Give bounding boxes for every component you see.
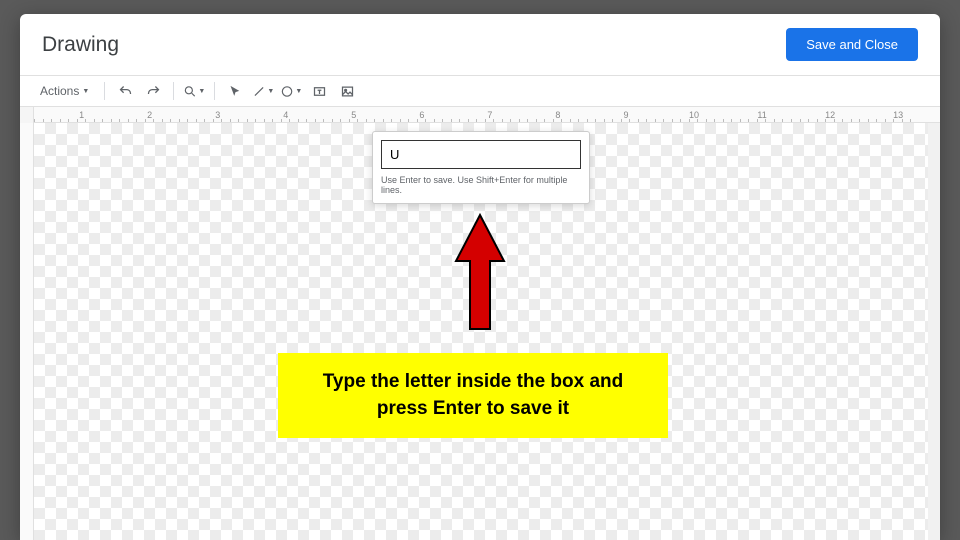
- ruler-tick: 3: [215, 110, 220, 120]
- drawing-dialog: Drawing Save and Close Actions ▼ ▼ ▼: [20, 14, 940, 540]
- chevron-down-icon: ▼: [267, 88, 274, 95]
- dialog-title: Drawing: [42, 33, 119, 57]
- chevron-down-icon: ▼: [295, 88, 302, 95]
- divider: [104, 82, 105, 100]
- vertical-ruler: [20, 123, 34, 540]
- ruler-tick: 4: [283, 110, 288, 120]
- image-tool-icon[interactable]: [336, 80, 358, 102]
- text-input[interactable]: [381, 140, 581, 169]
- toolbar: Actions ▼ ▼ ▼ ▼: [20, 76, 940, 107]
- shape-tool-icon[interactable]: ▼: [280, 80, 302, 102]
- chevron-down-icon: ▼: [198, 88, 205, 95]
- horizontal-ruler: 12345678910111213: [20, 107, 940, 123]
- ruler-tick: 2: [147, 110, 152, 120]
- ruler-tick: 7: [487, 110, 492, 120]
- vertical-scrollbar[interactable]: [928, 123, 940, 540]
- ruler-tick: 6: [419, 110, 424, 120]
- ruler-corner: [20, 107, 34, 123]
- undo-icon[interactable]: [114, 80, 136, 102]
- canvas-area: Use Enter to save. Use Shift+Enter for m…: [20, 123, 940, 540]
- ruler-tick: 8: [555, 110, 560, 120]
- ruler-tick: 1: [79, 110, 84, 120]
- instruction-callout: Type the letter inside the box and press…: [278, 353, 668, 438]
- save-and-close-button[interactable]: Save and Close: [786, 28, 918, 61]
- select-tool-icon[interactable]: [224, 80, 246, 102]
- redo-icon[interactable]: [142, 80, 164, 102]
- drawing-canvas[interactable]: Use Enter to save. Use Shift+Enter for m…: [34, 123, 940, 540]
- text-edit-popup: Use Enter to save. Use Shift+Enter for m…: [372, 131, 590, 204]
- dialog-header: Drawing Save and Close: [20, 14, 940, 76]
- divider: [214, 82, 215, 100]
- arrow-annotation: [452, 213, 508, 333]
- actions-menu-button[interactable]: Actions ▼: [34, 80, 95, 102]
- line-tool-icon[interactable]: ▼: [252, 80, 274, 102]
- text-edit-hint: Use Enter to save. Use Shift+Enter for m…: [381, 175, 581, 195]
- divider: [173, 82, 174, 100]
- ruler-tick: 9: [623, 110, 628, 120]
- zoom-icon[interactable]: ▼: [183, 80, 205, 102]
- ruler-tick: 5: [351, 110, 356, 120]
- chevron-down-icon: ▼: [82, 88, 89, 95]
- textbox-tool-icon[interactable]: [308, 80, 330, 102]
